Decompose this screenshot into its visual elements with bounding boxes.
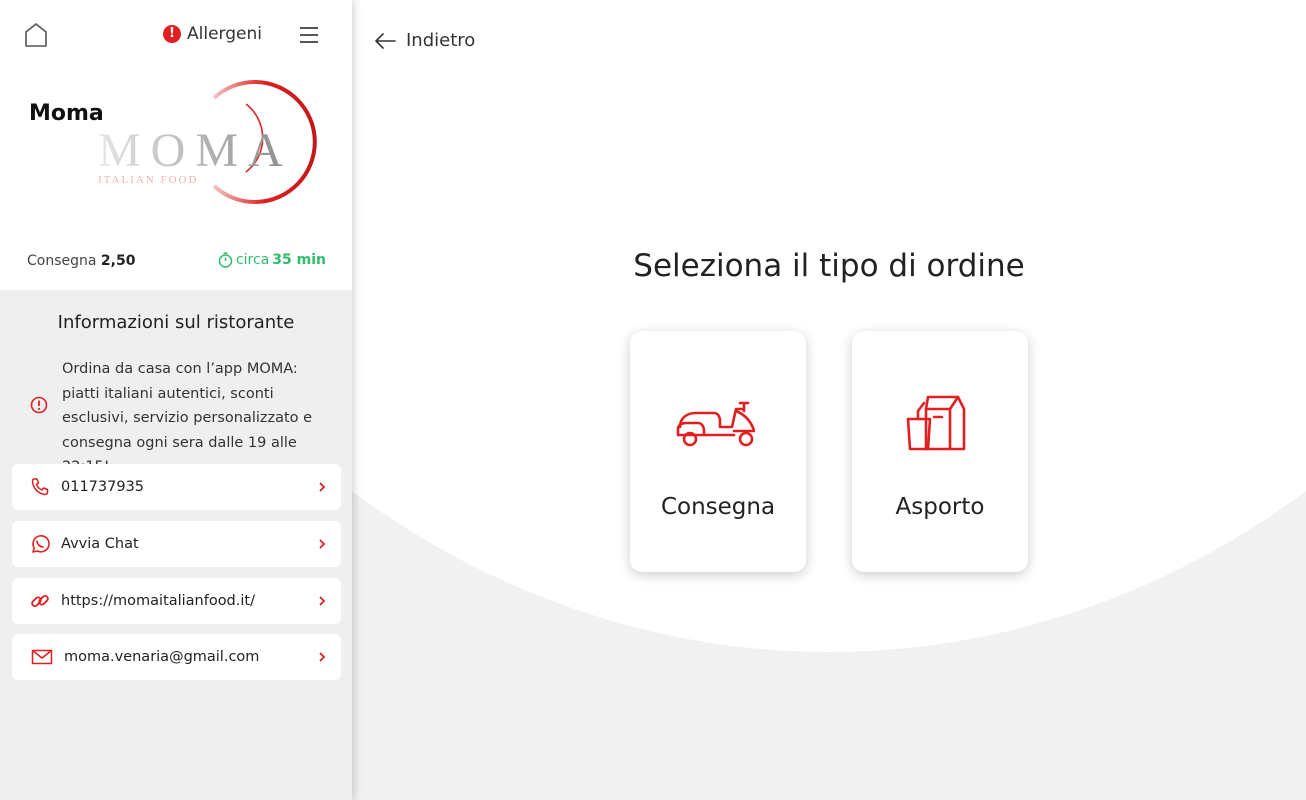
svg-text:ITALIAN FOOD: ITALIAN FOOD [98, 174, 198, 186]
eta-prefix: circa [235, 252, 270, 268]
contact-website[interactable]: https://momaitalianfood.it/ [12, 578, 341, 624]
delivery-time: circa 35 min [218, 252, 326, 268]
restaurant-description: Ordina da casa con l’app MOMA: piatti it… [62, 361, 313, 475]
option-takeaway[interactable]: Asporto [852, 331, 1028, 572]
hamburger-menu-icon[interactable] [300, 27, 318, 43]
timer-icon [218, 252, 233, 268]
restaurant-header: ! Allergeni Moma MOMA ITALIAN FOOD Conse… [0, 0, 352, 290]
sidebar: ! Allergeni Moma MOMA ITALIAN FOOD Conse… [0, 0, 352, 800]
svg-text:MOMA: MOMA [98, 124, 293, 177]
eta-value: 35 min [272, 252, 326, 268]
contact-label: Avvia Chat [61, 536, 139, 552]
arrow-left-icon [375, 32, 396, 49]
phone-icon [31, 478, 49, 496]
background-curve [352, 0, 1306, 652]
home-icon[interactable] [24, 22, 48, 48]
order-type-panel: Indietro Seleziona il tipo di ordine Con… [352, 0, 1306, 800]
contact-email[interactable]: moma.venaria@gmail.com [12, 634, 341, 680]
restaurant-name: Moma [29, 101, 104, 126]
contact-phone[interactable]: 011737935 [12, 464, 341, 510]
option-label: Consegna [660, 494, 776, 520]
info-title: Informazioni sul ristorante [57, 312, 295, 333]
chevron-right-icon [319, 539, 326, 549]
page-title: Seleziona il tipo di ordine [633, 248, 1025, 284]
allergens-button[interactable]: ! Allergeni [163, 24, 262, 44]
restaurant-logo: MOMA ITALIAN FOOD [98, 80, 317, 204]
option-delivery[interactable]: Consegna [630, 331, 806, 572]
chevron-right-icon [319, 482, 326, 492]
contact-label: https://momaitalianfood.it/ [61, 593, 255, 609]
contact-whatsapp[interactable]: Avvia Chat [12, 521, 341, 567]
takeaway-bag-icon [906, 395, 966, 451]
whatsapp-icon [32, 535, 50, 553]
scooter-icon [676, 401, 756, 447]
mail-icon [31, 649, 53, 665]
delivery-fee-value: 2,50 [100, 253, 136, 269]
info-alert-icon [30, 396, 48, 414]
contact-label: 011737935 [61, 479, 145, 495]
delivery-label: Consegna [27, 253, 97, 269]
chevron-right-icon [319, 652, 326, 662]
option-label: Asporto [895, 494, 985, 520]
allergens-label: Allergeni [187, 24, 262, 44]
contact-label: moma.venaria@gmail.com [64, 649, 260, 665]
back-button[interactable]: Indietro [374, 30, 475, 51]
link-icon [31, 594, 49, 608]
chevron-right-icon [319, 596, 326, 606]
back-label: Indietro [406, 30, 476, 51]
alert-icon: ! [163, 25, 181, 43]
